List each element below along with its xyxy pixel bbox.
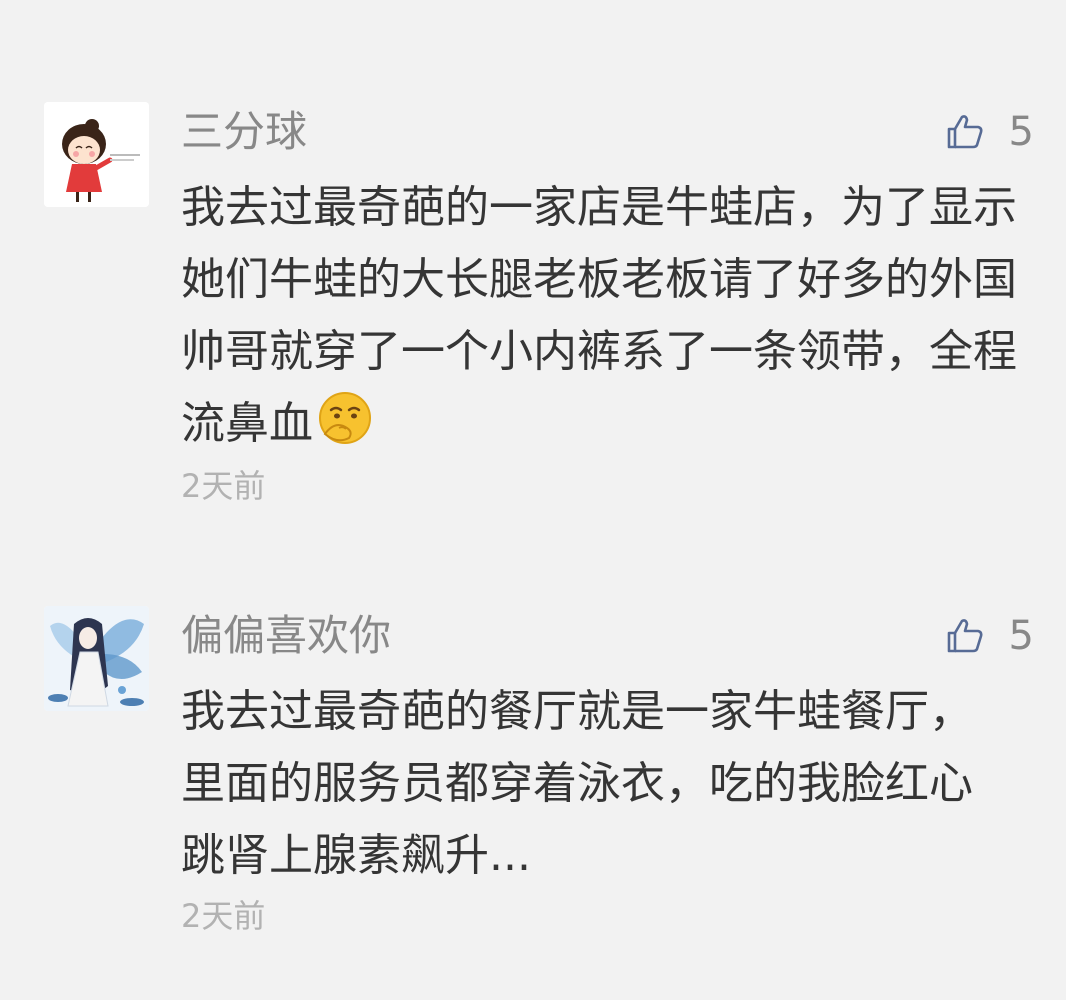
comment-text: 我去过最奇葩的餐厅就是一家牛蛙餐厅，里面的服务员都穿着泳衣，吃的我脸红心跳肾上腺…: [181, 686, 973, 881]
author-name[interactable]: 偏偏喜欢你: [181, 608, 391, 664]
anime-fairy-avatar-image: [44, 606, 149, 711]
comment-time: 2天前: [181, 467, 266, 505]
like-count: 5: [1008, 109, 1034, 155]
thumbs-up-icon: [947, 115, 983, 149]
comment-text-block: 我去过最奇葩的一家店是牛蛙店，为了显示她们牛蛙的大长腿老板老板请了好多的外国帅哥…: [181, 172, 1021, 460]
comment-time: 2天前: [181, 897, 266, 935]
thumbs-up-icon: [947, 619, 983, 653]
like-button[interactable]: 5: [945, 104, 1034, 160]
like-button[interactable]: 5: [945, 608, 1034, 664]
embarrassed-face-emoji: [317, 390, 373, 446]
avatar[interactable]: [44, 606, 149, 711]
comment-text-block: 我去过最奇葩的餐厅就是一家牛蛙餐厅，里面的服务员都穿着泳衣，吃的我脸红心跳肾上腺…: [181, 676, 981, 892]
author-name[interactable]: 三分球: [181, 104, 307, 160]
cartoon-girl-avatar-image: [44, 102, 149, 207]
like-count: 5: [1008, 613, 1034, 659]
comment-text: 我去过最奇葩的一家店是牛蛙店，为了显示她们牛蛙的大长腿老板老板请了好多的外国帅哥…: [181, 182, 1017, 449]
avatar[interactable]: [44, 102, 149, 207]
